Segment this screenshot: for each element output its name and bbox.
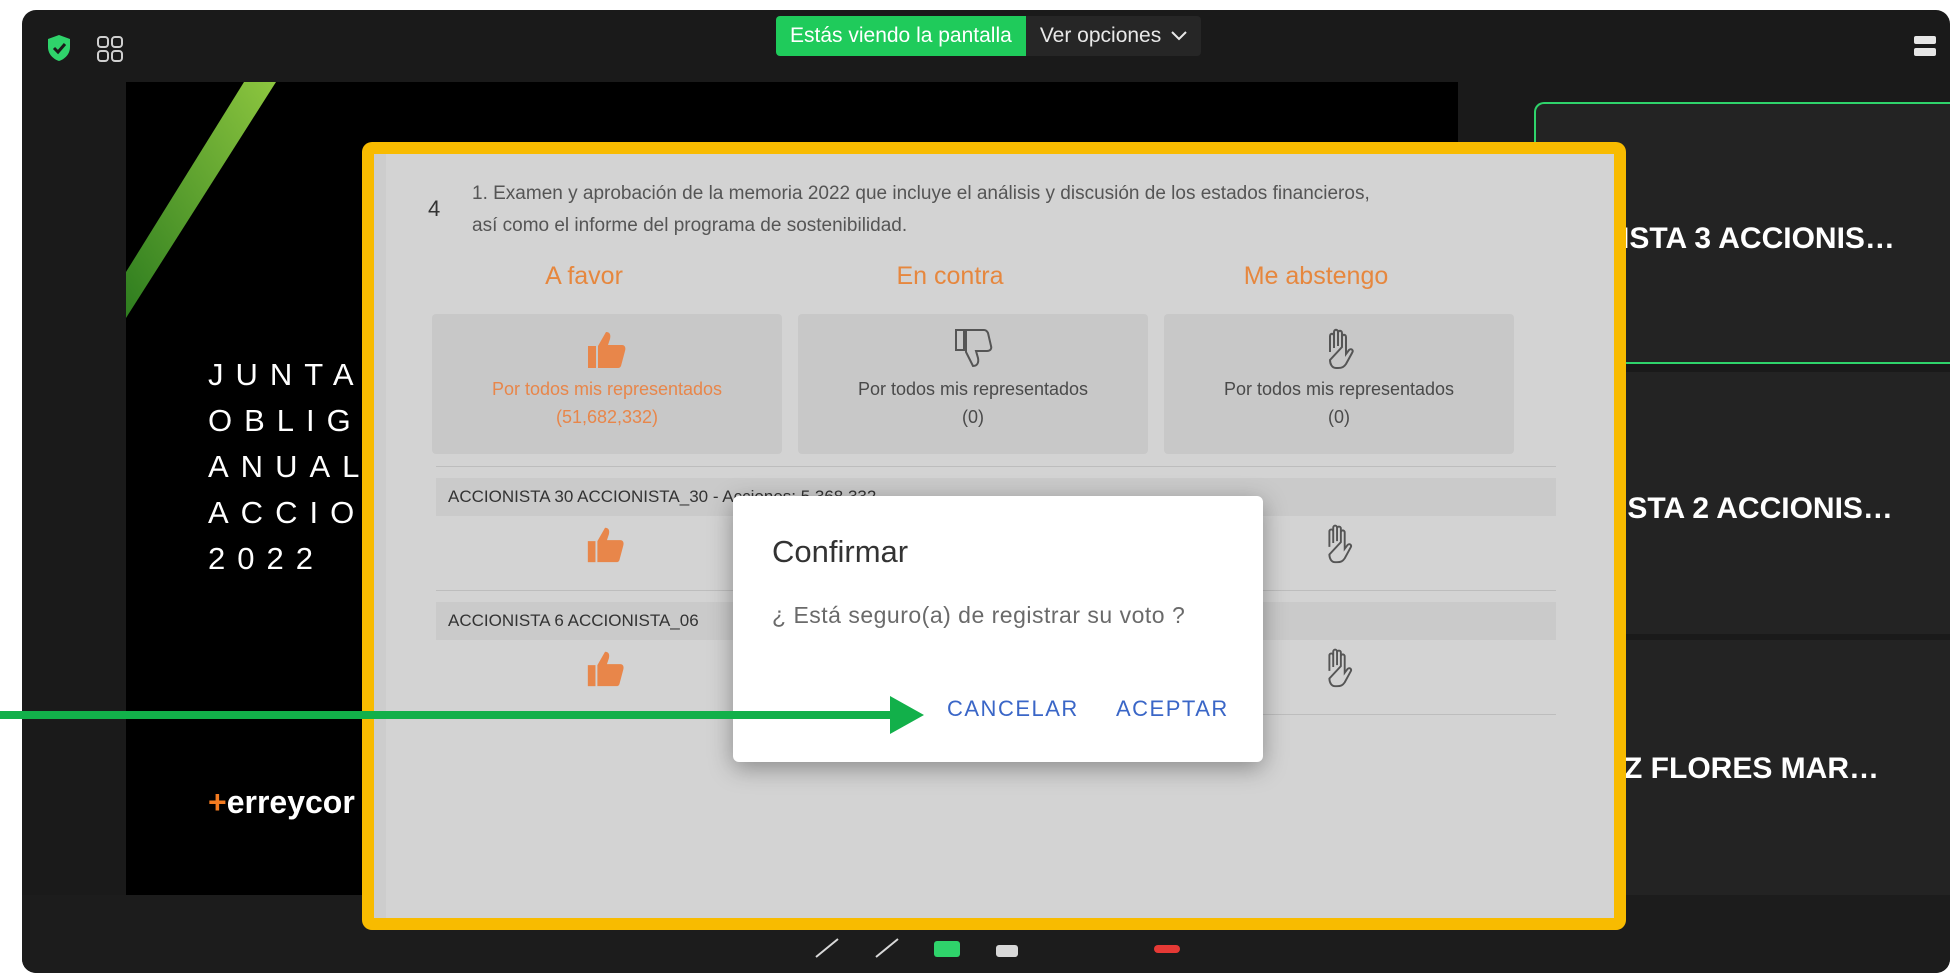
agenda-item-text: 1. Examen y aprobación de la memoria 202… xyxy=(472,183,1370,236)
view-options-button[interactable]: Ver opciones xyxy=(1025,16,1202,56)
participants-icon[interactable] xyxy=(992,937,1022,959)
shield-check-icon[interactable] xyxy=(46,34,72,62)
grid-view-icon[interactable] xyxy=(96,35,124,63)
dialog-title: Confirmar xyxy=(772,534,909,569)
accept-button[interactable]: ACEPTAR xyxy=(1116,696,1229,722)
hand-icon[interactable] xyxy=(1316,646,1360,690)
vote-all-against-button[interactable]: Por todos mis representados (0) xyxy=(798,314,1148,454)
slide-accent-stripe xyxy=(126,82,276,318)
dialog-message: ¿ Está seguro(a) de registrar su voto ? xyxy=(772,602,1186,628)
company-logo: +erreycor xyxy=(208,784,355,821)
annotation-arrow-head xyxy=(890,696,924,734)
hand-icon[interactable] xyxy=(1316,522,1360,566)
vote-option-count: (0) xyxy=(962,407,984,427)
vote-all-abstain-button[interactable]: Por todos mis representados (0) xyxy=(1164,314,1514,454)
slide-title: JUNTA OBLIG ANUAL ACCIO 2022 xyxy=(208,352,371,582)
thumbs-down-icon xyxy=(955,329,993,368)
slide-title-line: 2022 xyxy=(208,541,325,576)
view-options-label: Ver opciones xyxy=(1039,24,1162,47)
thumbs-up-icon xyxy=(588,332,626,368)
slide-title-line: OBLIG xyxy=(208,403,363,438)
vote-option-label: Por todos mis representados xyxy=(491,379,723,399)
logo-text: erreycor xyxy=(226,784,355,820)
thumbs-up-icon[interactable] xyxy=(584,646,628,690)
cancel-button[interactable]: CANCELAR xyxy=(947,696,1079,722)
chevron-down-icon xyxy=(1171,31,1187,41)
column-title-favor: A favor xyxy=(545,262,623,290)
meeting-top-bar: Estás viendo la pantalla Ver opciones xyxy=(22,10,1950,80)
logo-plus-icon: + xyxy=(208,784,227,820)
column-title-abstain: Me abstengo xyxy=(1243,262,1389,290)
thumbs-up-icon[interactable] xyxy=(584,522,628,566)
menu-icon[interactable] xyxy=(1912,32,1938,62)
leave-call-icon[interactable] xyxy=(1152,937,1182,959)
hand-icon xyxy=(1328,328,1354,369)
slide-title-line: ANUAL xyxy=(208,449,372,484)
column-title-against: En contra xyxy=(896,262,1004,290)
camera-off-icon[interactable] xyxy=(872,937,902,959)
screen-share-banner: Estás viendo la pantalla Ver opciones xyxy=(776,16,1202,56)
slide-title-line: ACCIO xyxy=(208,495,367,530)
vote-option-count: (51,682,332) xyxy=(555,407,659,427)
microphone-off-icon[interactable] xyxy=(812,937,842,959)
vote-option-label: Por todos mis representados xyxy=(1223,379,1455,399)
vote-option-count: (0) xyxy=(1328,407,1350,427)
share-screen-icon[interactable] xyxy=(932,937,962,959)
share-status-text: Estás viendo la pantalla xyxy=(776,16,1026,56)
confirm-dialog: Confirmar ¿ Está seguro(a) de registrar … xyxy=(733,496,1263,762)
slide-title-line: JUNTA xyxy=(208,357,366,392)
vote-all-favor-button[interactable]: Por todos mis representados (51,682,332) xyxy=(432,314,782,454)
row-divider xyxy=(436,466,1556,467)
agenda-item-number: 4 xyxy=(428,196,441,221)
annotation-arrow-line xyxy=(0,711,900,719)
vote-option-label: Por todos mis representados xyxy=(857,379,1089,399)
